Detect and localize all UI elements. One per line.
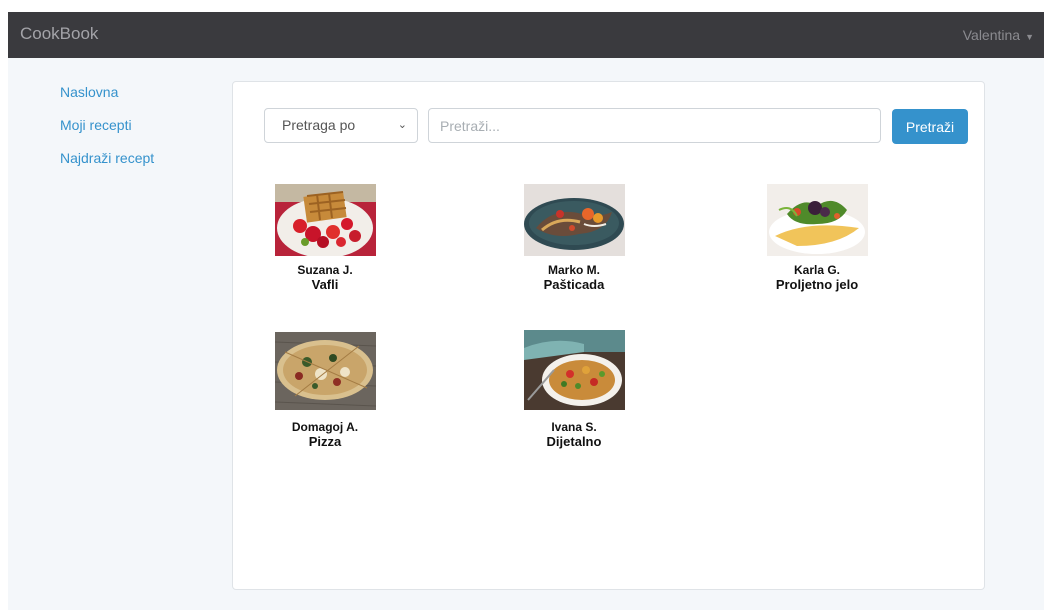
- recipe-card[interactable]: Ivana S. Dijetalno: [474, 330, 674, 449]
- waffles-photo: [274, 184, 376, 256]
- grilled-dish-photo: [523, 184, 625, 256]
- pasta-salad-photo: [523, 330, 625, 410]
- search-filter-label: Pretraga po: [282, 117, 356, 133]
- search-input[interactable]: [428, 108, 881, 143]
- caret-down-icon: ▼: [1025, 32, 1034, 42]
- recipe-name: Proljetno jelo: [775, 277, 859, 292]
- user-name: Valentina: [962, 27, 1021, 43]
- recipes-panel: Pretraga po ⌄ Pretraži Suzana: [232, 81, 985, 590]
- pizza-photo: [274, 332, 376, 410]
- recipe-author: Suzana J.: [297, 263, 353, 277]
- recipe-card[interactable]: Marko M. Pašticada: [474, 184, 674, 292]
- recipe-author: Marko M.: [547, 263, 600, 277]
- top-navbar: CookBook Valentina ▼: [8, 12, 1044, 58]
- brand-logo[interactable]: CookBook: [20, 24, 98, 44]
- recipe-name: Vafli: [311, 277, 339, 292]
- sidebar-item-naslovna[interactable]: Naslovna: [60, 82, 154, 115]
- recipe-name: Pizza: [308, 434, 342, 449]
- spring-plate-photo: [766, 184, 868, 256]
- search-filter-select[interactable]: Pretraga po ⌄: [264, 108, 418, 143]
- sidebar-item-moji-recepti[interactable]: Moji recepti: [60, 115, 154, 148]
- recipe-author: Karla G.: [793, 263, 841, 277]
- recipe-card[interactable]: Karla G. Proljetno jelo: [717, 184, 917, 292]
- recipe-author: Domagoj A.: [291, 420, 359, 434]
- recipe-card[interactable]: Suzana J. Vafli: [225, 184, 425, 292]
- recipe-author: Ivana S.: [551, 420, 597, 434]
- app-root: CookBook Valentina ▼ Naslovna Moji recept…: [8, 12, 1044, 610]
- sidebar: Naslovna Moji recepti Najdraži recept: [60, 82, 154, 181]
- sidebar-item-najdrazi-recept[interactable]: Najdraži recept: [60, 148, 154, 181]
- chevron-down-icon: ⌄: [397, 119, 407, 131]
- search-button[interactable]: Pretraži: [892, 109, 968, 144]
- user-menu[interactable]: Valentina ▼: [963, 27, 1034, 43]
- recipe-name: Dijetalno: [546, 434, 602, 449]
- recipe-name: Pašticada: [543, 277, 605, 292]
- recipe-card[interactable]: Domagoj A. Pizza: [225, 332, 425, 449]
